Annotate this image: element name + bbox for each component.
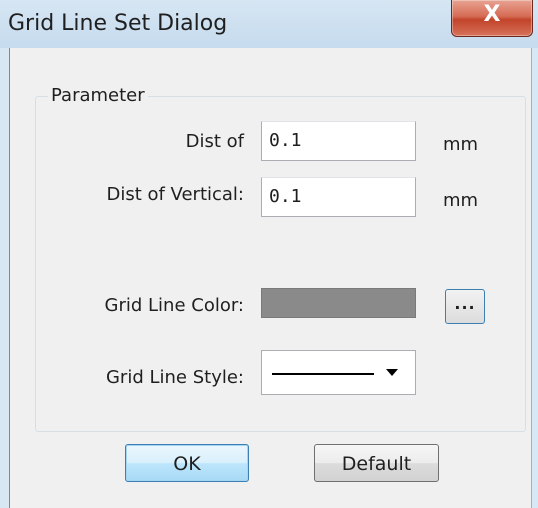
dist-input[interactable]: 0.1 (261, 121, 416, 161)
title-bar[interactable]: Grid Line Set Dialog X (0, 0, 538, 48)
grid-line-color-swatch (261, 288, 416, 318)
grid-line-style-label: Grid Line Style: (105, 367, 244, 388)
close-icon: X (483, 2, 501, 27)
dist-label: Dist of (185, 131, 244, 152)
parameter-group-label: Parameter (48, 85, 148, 106)
dialog-title: Grid Line Set Dialog (8, 11, 228, 36)
color-picker-button[interactable]: ... (445, 289, 485, 324)
dist-unit: mm (443, 134, 479, 155)
ok-button[interactable]: OK (125, 444, 249, 482)
grid-line-set-dialog: Grid Line Set Dialog X Parameter Dist of… (0, 0, 538, 508)
close-button[interactable]: X (451, 0, 533, 37)
default-button-label: Default (341, 453, 412, 475)
default-button[interactable]: Default (314, 444, 439, 482)
grid-line-color-label: Grid Line Color: (104, 295, 244, 316)
grid-line-style-select[interactable] (261, 350, 416, 395)
dist-vertical-label: Dist of Vertical: (106, 184, 244, 205)
solid-line-sample (272, 373, 374, 375)
ok-button-label: OK (173, 453, 201, 475)
chevron-down-icon[interactable] (386, 369, 398, 376)
color-picker-button-label: ... (454, 294, 476, 313)
dist-vertical-unit: mm (443, 190, 479, 211)
dist-vertical-input[interactable]: 0.1 (261, 177, 416, 217)
